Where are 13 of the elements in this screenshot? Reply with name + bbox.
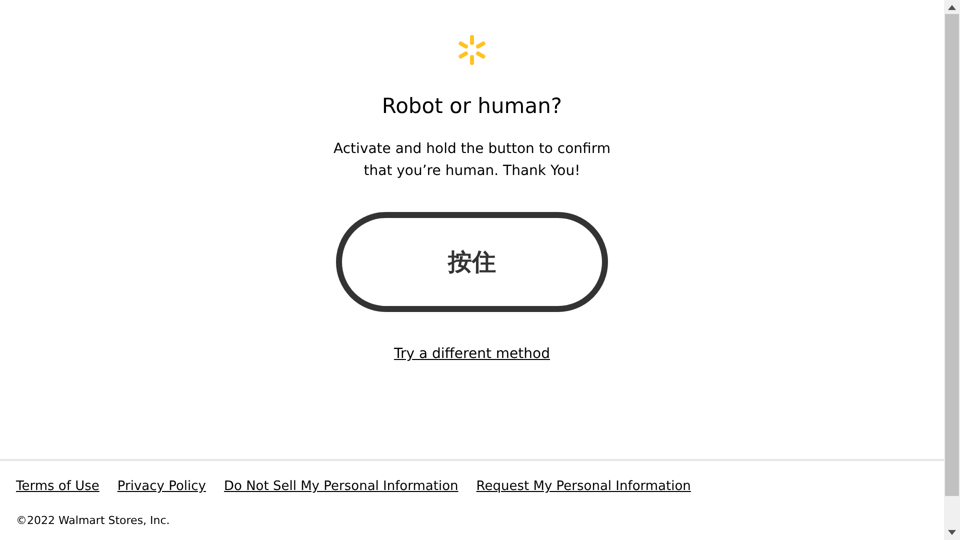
instruction-text: Activate and hold the button to confirm that you’re human. Thank You!	[332, 140, 612, 181]
footer-link[interactable]: Request My Personal Information	[476, 479, 691, 494]
copyright-text: ©2022 Walmart Stores, Inc.	[16, 514, 171, 527]
press-and-hold-button[interactable]: 按住	[336, 212, 608, 312]
scroll-up-icon[interactable]	[948, 5, 956, 10]
footer-link[interactable]: Do Not Sell My Personal Information	[224, 479, 458, 494]
scroll-down-icon[interactable]	[948, 530, 956, 535]
scrollbar[interactable]	[944, 0, 960, 540]
alternative-method-link[interactable]: Try a different method	[394, 346, 550, 362]
spark-logo-icon	[456, 34, 488, 66]
footer-link[interactable]: Terms of Use	[16, 479, 100, 494]
footer-link[interactable]: Privacy Policy	[117, 479, 206, 494]
page-title: Robot or human?	[382, 94, 562, 118]
